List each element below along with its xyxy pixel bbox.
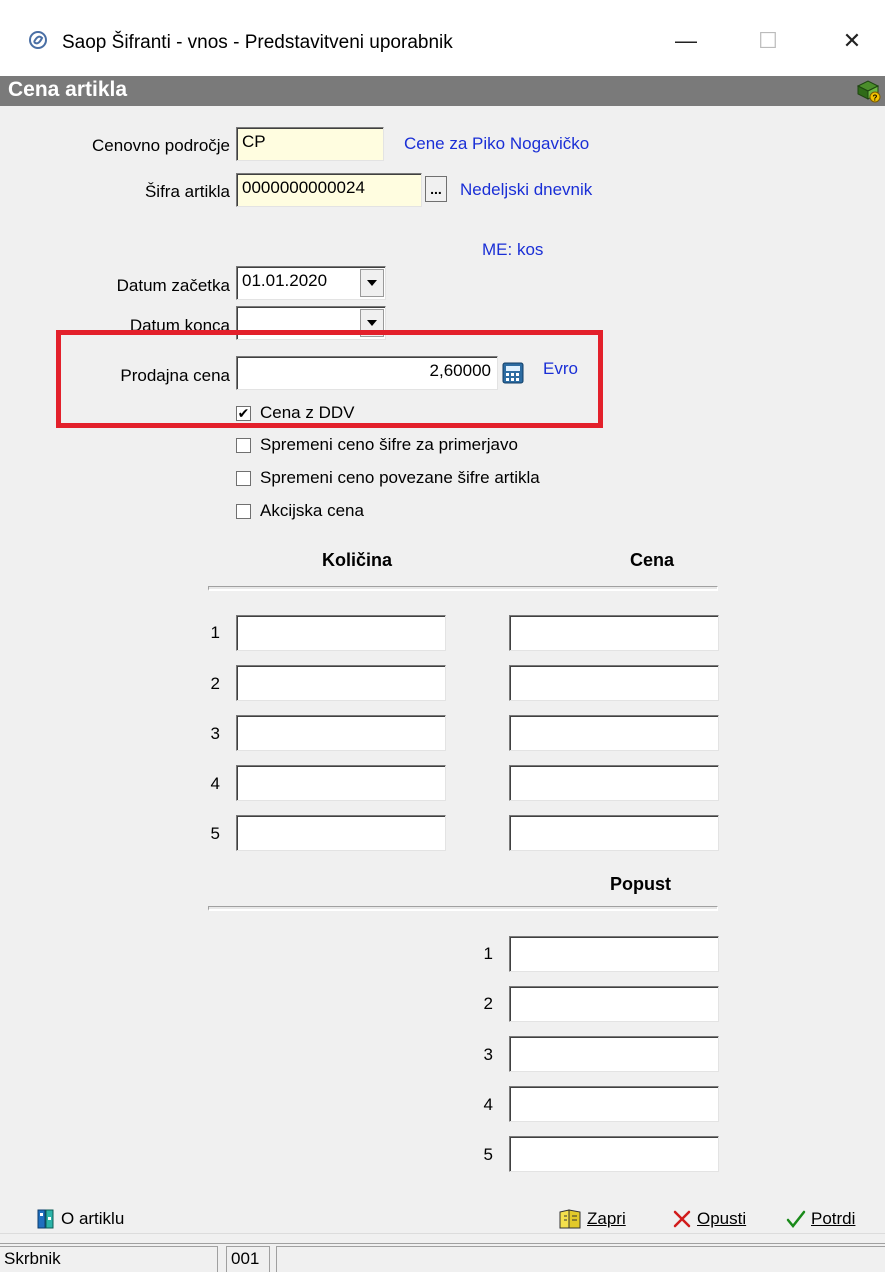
price-area-description: Cene za Piko Nogavičko bbox=[404, 134, 590, 153]
grid-row-number: 4 bbox=[210, 774, 220, 793]
quantity-column-header: Količina bbox=[322, 550, 393, 570]
checkmark-icon bbox=[786, 1210, 806, 1228]
form-header: Cena artikla ? bbox=[0, 76, 885, 106]
close-book-icon bbox=[559, 1209, 581, 1229]
promo-price-checkbox[interactable]: Akcijska cena bbox=[236, 500, 364, 522]
grid-row-number: 3 bbox=[210, 724, 220, 743]
cancel-button[interactable]: Opusti bbox=[672, 1206, 746, 1232]
discount-column-header: Popust bbox=[610, 874, 671, 894]
about-article-label: O artiklu bbox=[61, 1209, 125, 1228]
about-article-button[interactable]: O artiklu bbox=[36, 1206, 124, 1232]
article-description: Nedeljski dnevnik bbox=[460, 180, 593, 199]
discount-row-number: 4 bbox=[483, 1095, 493, 1114]
window-titlebar: Saop Šifranti - vnos - Predstavitveni up… bbox=[0, 0, 885, 76]
cancel-label-text: Opusti bbox=[697, 1209, 747, 1228]
grid-row-number: 2 bbox=[210, 674, 220, 693]
maximize-button[interactable]: ☐ bbox=[738, 18, 798, 64]
article-info-icon bbox=[37, 1209, 54, 1229]
quantity-input-2[interactable] bbox=[236, 665, 446, 701]
discount-input-4[interactable] bbox=[509, 1086, 719, 1122]
quantity-input-3[interactable] bbox=[236, 715, 446, 751]
status-user: Skrbnik bbox=[0, 1246, 218, 1272]
price-column-header: Cena bbox=[630, 550, 675, 570]
discount-input-1[interactable] bbox=[509, 936, 719, 972]
start-date-dropdown[interactable] bbox=[360, 269, 384, 297]
discount-row-number: 1 bbox=[483, 944, 493, 963]
discount-row-number: 2 bbox=[483, 994, 493, 1013]
price-input-2[interactable] bbox=[509, 665, 719, 701]
confirm-label-text: Potrdi bbox=[811, 1209, 856, 1228]
checkbox-label: Spremeni ceno šifre za primerjavo bbox=[260, 435, 518, 454]
grid-row-number: 1 bbox=[210, 623, 220, 642]
price-input-3[interactable] bbox=[509, 715, 719, 751]
svg-text:?: ? bbox=[873, 94, 878, 103]
checkbox-box[interactable] bbox=[236, 437, 251, 453]
minimize-button[interactable]: — bbox=[656, 18, 716, 64]
start-date-label: Datum začetka bbox=[116, 276, 230, 295]
confirm-label: Potrdi bbox=[811, 1209, 855, 1229]
end-date-label: Datum konca bbox=[129, 316, 230, 330]
quantity-input-5[interactable] bbox=[236, 815, 446, 851]
form-title: Cena artikla bbox=[8, 78, 128, 101]
highlight-annotation-box bbox=[56, 330, 603, 428]
price-area-label: Cenovno področje bbox=[92, 136, 230, 155]
discount-separator bbox=[208, 906, 718, 911]
quantity-input-4[interactable] bbox=[236, 765, 446, 801]
change-linked-price-checkbox[interactable]: Spremeni ceno povezane šifre artikla bbox=[236, 467, 540, 489]
checkbox-label: Akcijska cena bbox=[260, 501, 364, 520]
chevron-down-icon bbox=[367, 320, 377, 326]
close-label-text: Zapri bbox=[587, 1209, 626, 1228]
quantity-input-1[interactable] bbox=[236, 615, 446, 651]
cancel-x-icon bbox=[673, 1210, 691, 1228]
discount-row-number: 3 bbox=[483, 1045, 493, 1064]
discount-row-number: 5 bbox=[483, 1145, 493, 1164]
article-code-label: Šifra artikla bbox=[144, 182, 230, 201]
grid-separator bbox=[208, 586, 718, 591]
status-code: 001 bbox=[226, 1246, 270, 1272]
close-button[interactable]: Zapri bbox=[558, 1206, 626, 1232]
unit-of-measure: ME: kos bbox=[482, 240, 544, 259]
checkbox-box[interactable] bbox=[236, 503, 251, 519]
discount-input-3[interactable] bbox=[509, 1036, 719, 1072]
article-browse-button[interactable]: ... bbox=[425, 176, 447, 202]
price-input-5[interactable] bbox=[509, 815, 719, 851]
window-title: Saop Šifranti - vnos - Predstavitveni up… bbox=[62, 32, 453, 53]
cancel-label: Opusti bbox=[697, 1209, 746, 1229]
toolbar-divider bbox=[0, 1233, 885, 1234]
status-bar: Skrbnik 001 bbox=[0, 1243, 885, 1272]
close-window-button[interactable]: ✕ bbox=[822, 18, 882, 64]
status-empty bbox=[276, 1246, 885, 1272]
help-book-icon[interactable]: ? bbox=[855, 78, 881, 104]
grid-row-number: 5 bbox=[210, 824, 220, 843]
article-code-input[interactable]: 0000000000024 bbox=[236, 173, 422, 207]
price-input-1[interactable] bbox=[509, 615, 719, 651]
discount-input-5[interactable] bbox=[509, 1136, 719, 1172]
checkbox-label: Spremeni ceno povezane šifre artikla bbox=[260, 468, 540, 487]
chevron-down-icon bbox=[367, 280, 377, 286]
checkbox-box[interactable] bbox=[236, 470, 251, 486]
close-label: Zapri bbox=[587, 1209, 626, 1229]
price-input-4[interactable] bbox=[509, 765, 719, 801]
discount-input-2[interactable] bbox=[509, 986, 719, 1022]
confirm-button[interactable]: Potrdi bbox=[786, 1206, 855, 1232]
price-area-input[interactable]: CP bbox=[236, 127, 384, 161]
change-comparison-price-checkbox[interactable]: Spremeni ceno šifre za primerjavo bbox=[236, 434, 518, 456]
saop-app-icon bbox=[29, 31, 47, 49]
